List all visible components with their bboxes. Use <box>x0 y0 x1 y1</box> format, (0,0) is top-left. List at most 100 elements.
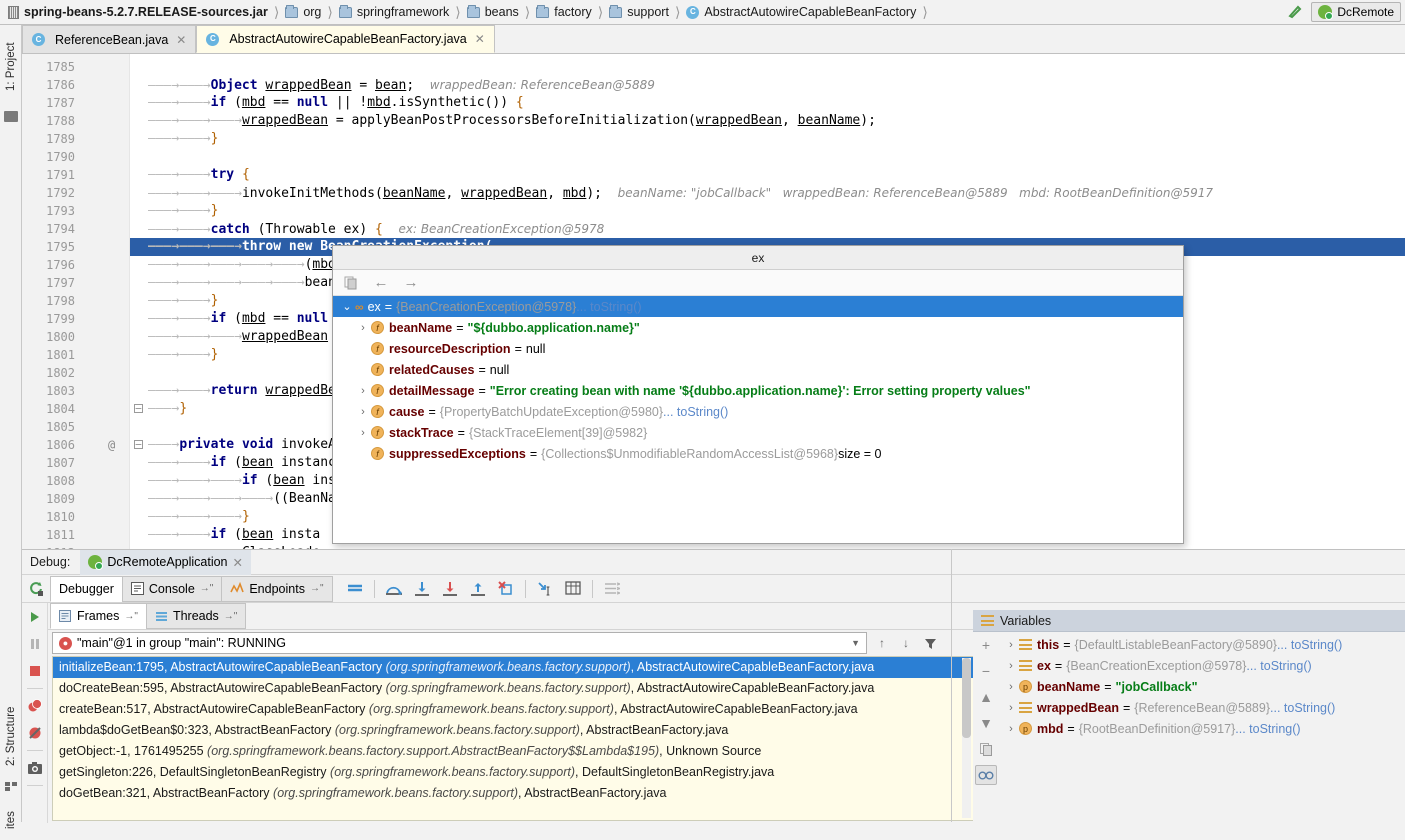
move-down-icon[interactable]: ▼ <box>975 713 997 733</box>
copy-icon[interactable] <box>343 275 359 291</box>
thread-selector[interactable]: ● "main"@1 in group "main": RUNNING ▼ <box>52 632 867 654</box>
editor-gutter[interactable]: 1785 1786 1787 1788 1789 1790 1791 1792 1793 1794… <box>22 54 130 549</box>
frame-row[interactable]: lambda$doGetBean$0:323, AbstractBeanFact… <box>53 720 989 741</box>
back-arrow-icon[interactable]: ← <box>373 274 389 291</box>
step-over-icon[interactable] <box>381 577 407 601</box>
editor-tab-1[interactable]: C AbstractAutowireCapableBeanFactory.java… <box>196 25 495 53</box>
chevron-right-icon[interactable]: › <box>1003 639 1019 651</box>
run-to-cursor-icon[interactable] <box>532 577 558 601</box>
breadcrumb-item-3[interactable]: beans <box>465 0 521 25</box>
editor-tab-0[interactable]: C ReferenceBean.java ✕ <box>22 25 197 53</box>
popup-tree-row[interactable]: f suppressedExceptions = {Collections$Unmod… <box>333 443 1183 464</box>
pin-icon[interactable]: →" <box>124 611 138 622</box>
copy-icon[interactable] <box>975 739 997 759</box>
popup-tree-row[interactable]: f resourceDescription = null <box>333 338 1183 359</box>
drop-frame-icon[interactable] <box>493 577 519 601</box>
chevron-right-icon[interactable]: › <box>355 406 371 418</box>
tostring-link[interactable]: ... toString() <box>1270 701 1335 715</box>
subtab-threads[interactable]: Threads →" <box>145 603 247 629</box>
build-hammer-icon[interactable] <box>1285 3 1305 21</box>
frames-scrollbar[interactable] <box>962 658 971 818</box>
pin-icon[interactable]: →" <box>224 611 238 622</box>
tostring-link[interactable]: ... toString() <box>1246 659 1311 673</box>
step-into-icon[interactable] <box>409 577 435 601</box>
inspect-value-popup[interactable]: ex ← → ⌄ ∞ ex = {BeanCreationException@5978}… <box>332 245 1184 544</box>
frame-row[interactable]: doGetBean:321, AbstractBeanFactory (org.… <box>53 783 989 804</box>
editor-fold-strip[interactable]: ─ ─ <box>130 54 148 549</box>
step-out-icon[interactable] <box>465 577 491 601</box>
frames-scrollbar-thumb[interactable] <box>962 658 971 738</box>
breadcrumb-item-5[interactable]: support <box>607 0 671 25</box>
fold-marker[interactable]: ─ <box>134 440 143 449</box>
sidebar-item-structure[interactable]: 2: Structure <box>0 693 22 779</box>
tostring-link[interactable]: ... toString() <box>576 300 641 314</box>
breadcrumb-item-2[interactable]: springframework <box>337 0 451 25</box>
variable-row[interactable]: › this = {DefaultListableBeanFactory@5890} … <box>999 634 1405 655</box>
close-icon[interactable]: ✕ <box>475 32 485 46</box>
chevron-right-icon[interactable]: › <box>1003 702 1019 714</box>
watches-icon[interactable] <box>975 765 997 785</box>
popup-tree-row[interactable]: ⌄ ∞ ex = {BeanCreationException@5978} ... to… <box>333 296 1183 317</box>
frame-row[interactable]: initializeBean:1795, AbstractAutowireCap… <box>53 657 989 678</box>
force-step-into-icon[interactable] <box>437 577 463 601</box>
popup-tree-row[interactable]: f relatedCauses = null <box>333 359 1183 380</box>
filter-icon[interactable] <box>920 633 940 653</box>
sidebar-item-project[interactable]: 1: Project <box>0 31 22 103</box>
variable-row[interactable]: › wrappedBean = {ReferenceBean@5889} ... to… <box>999 697 1405 718</box>
breadcrumb-item-0[interactable]: spring-beans-5.2.7.RELEASE-sources.jar <box>6 0 270 25</box>
rerun-debug-icon[interactable] <box>22 575 50 603</box>
chevron-right-icon[interactable]: › <box>355 385 371 397</box>
pause-icon[interactable] <box>25 634 45 654</box>
variables-list[interactable]: › this = {DefaultListableBeanFactory@5890} … <box>999 634 1405 823</box>
mute-breakpoints-icon[interactable] <box>25 723 45 743</box>
show-execution-point-icon[interactable] <box>342 577 368 601</box>
variable-row[interactable]: › p beanName = "jobCallback" <box>999 676 1405 697</box>
view-breakpoints-icon[interactable] <box>25 696 45 716</box>
popup-tree-row[interactable]: › f stackTrace = {StackTraceElement[39]@5982… <box>333 422 1183 443</box>
popup-tree-row[interactable]: › f beanName = "${dubbo.application.name}" <box>333 317 1183 338</box>
sidebar-item-favorites[interactable]: ites <box>0 800 22 840</box>
frame-down-icon[interactable]: ↓ <box>896 633 916 653</box>
tab-endpoints[interactable]: Endpoints →" <box>221 575 333 602</box>
forward-arrow-icon[interactable]: → <box>403 274 419 291</box>
chevron-right-icon[interactable]: › <box>1003 660 1019 672</box>
popup-variable-tree[interactable]: ⌄ ∞ ex = {BeanCreationException@5978} ... to… <box>333 296 1183 464</box>
chevron-right-icon[interactable]: › <box>1003 681 1019 693</box>
screenshot-icon[interactable] <box>25 758 45 778</box>
stop-icon[interactable] <box>25 661 45 681</box>
remove-icon[interactable]: − <box>975 661 997 681</box>
variable-row[interactable]: › ex = {BeanCreationException@5978} ... toS… <box>999 655 1405 676</box>
frame-up-icon[interactable]: ↑ <box>872 633 892 653</box>
pin-icon[interactable]: →" <box>200 583 214 594</box>
frame-row[interactable]: createBean:517, AbstractAutowireCapableB… <box>53 699 989 720</box>
close-icon[interactable]: ✕ <box>176 33 186 47</box>
chevron-right-icon[interactable]: › <box>1003 723 1019 735</box>
subtab-frames[interactable]: Frames →" <box>50 603 147 629</box>
move-up-icon[interactable]: ▲ <box>975 687 997 707</box>
popup-tree-row[interactable]: › f cause = {PropertyBatchUpdateException@59… <box>333 401 1183 422</box>
debug-session-tab[interactable]: DcRemoteApplication ✕ <box>80 549 251 575</box>
frame-row[interactable]: doCreateBean:595, AbstractAutowireCapabl… <box>53 678 989 699</box>
variable-row[interactable]: › p mbd = {RootBeanDefinition@5917} ... toSt… <box>999 718 1405 739</box>
resume-icon[interactable] <box>25 607 45 627</box>
frame-row[interactable]: getSingleton:226, DefaultSingletonBeanRe… <box>53 762 989 783</box>
pin-icon[interactable]: →" <box>310 583 324 594</box>
tostring-link[interactable]: ... toString() <box>663 405 728 419</box>
fold-marker[interactable]: ─ <box>134 404 143 413</box>
breadcrumb-item-4[interactable]: factory <box>534 0 594 25</box>
add-icon[interactable]: + <box>975 635 997 655</box>
breadcrumb-item-1[interactable]: org <box>283 0 323 25</box>
run-configuration-selector[interactable]: DcRemote <box>1311 2 1401 22</box>
chevron-right-icon[interactable]: › <box>355 427 371 439</box>
tab-console[interactable]: Console →" <box>121 575 223 602</box>
evaluate-expression-icon[interactable] <box>560 577 586 601</box>
breadcrumb-item-6[interactable]: C AbstractAutowireCapableBeanFactory <box>684 0 918 25</box>
frames-list[interactable]: initializeBean:1795, AbstractAutowireCap… <box>52 656 990 821</box>
settings-icon[interactable] <box>599 577 625 601</box>
close-icon[interactable]: ✕ <box>233 555 243 570</box>
chevron-down-icon[interactable]: ⌄ <box>339 300 355 313</box>
popup-tree-row[interactable]: › f detailMessage = "Error creating bean wit… <box>333 380 1183 401</box>
tab-debugger[interactable]: Debugger <box>50 575 123 602</box>
chevron-right-icon[interactable]: › <box>355 322 371 334</box>
tostring-link[interactable]: ... toString() <box>1277 638 1342 652</box>
